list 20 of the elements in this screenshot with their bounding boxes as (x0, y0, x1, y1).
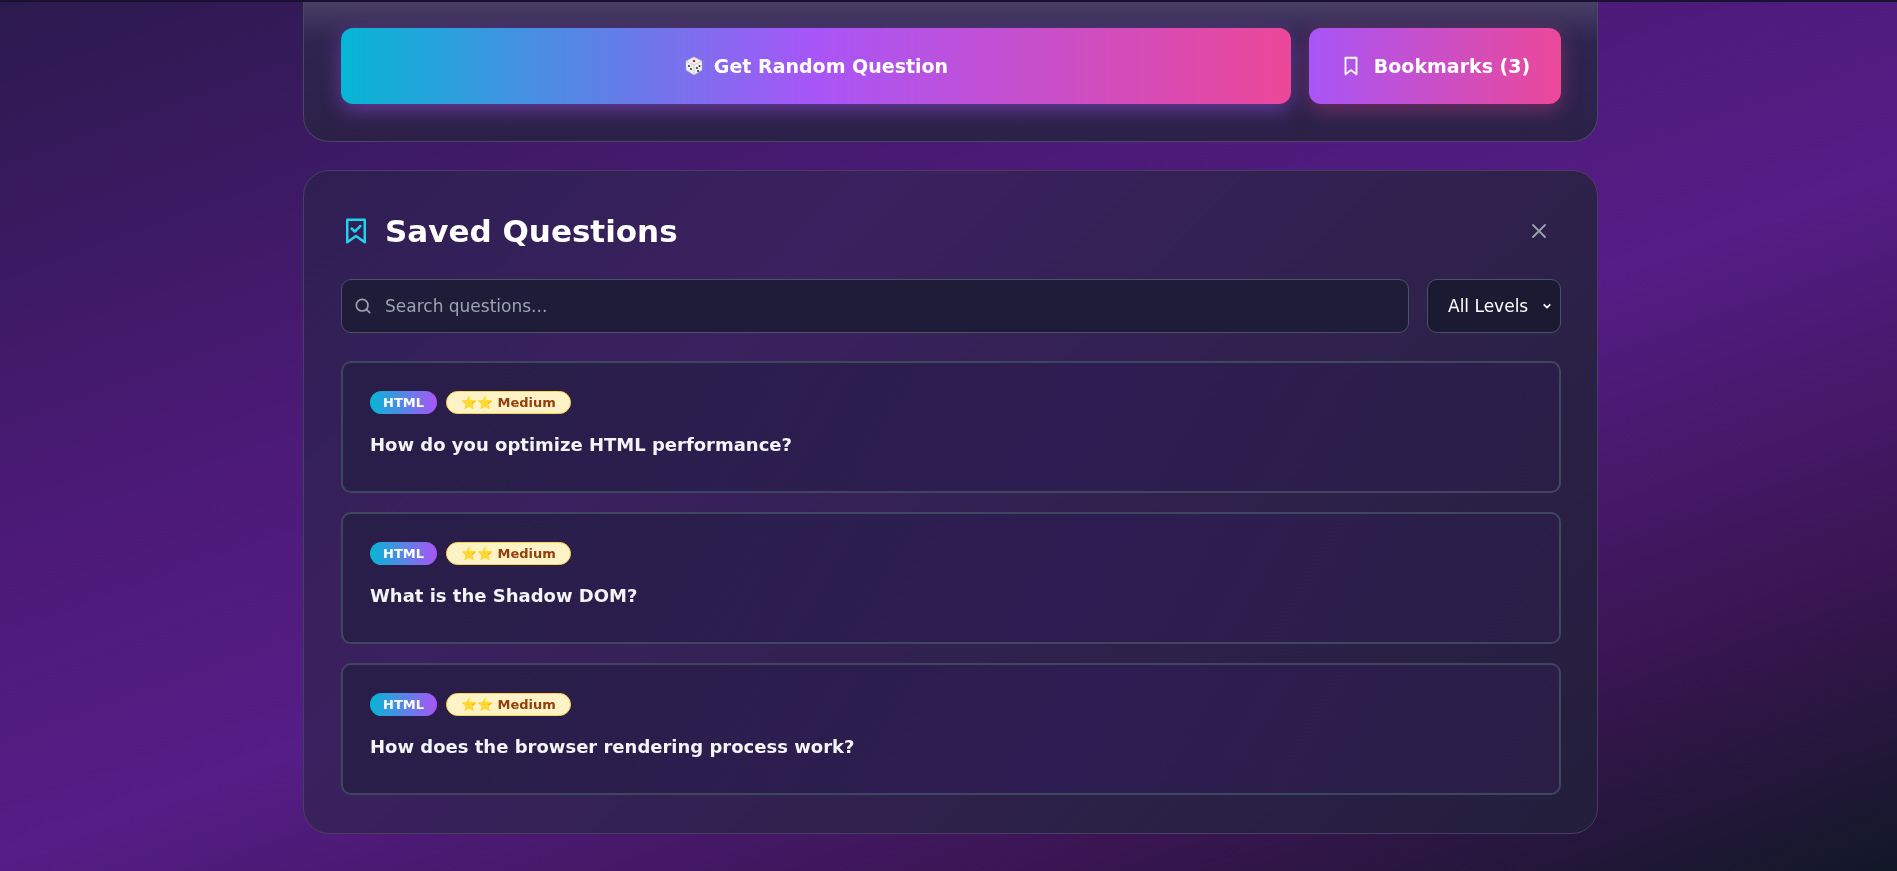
difficulty-tag: ⭐⭐ Medium (445, 693, 571, 716)
dice-icon (683, 56, 704, 76)
close-icon (1529, 221, 1549, 241)
level-dropdown[interactable]: All Levels (1427, 279, 1561, 333)
panel-title: Saved Questions (385, 213, 679, 249)
question-text: How does the browser rendering process work? (370, 736, 856, 757)
search-field[interactable]: Search questions... (341, 279, 1409, 333)
question-card[interactable]: HTML ⭐⭐ Medium What is the Shadow DOM? (341, 512, 1561, 644)
bookmarks-button[interactable]: Bookmarks (3) (1309, 28, 1561, 104)
random-question-button[interactable]: Get Random Question (341, 28, 1291, 104)
topic-tag: HTML (370, 693, 437, 716)
question-card[interactable]: HTML ⭐⭐ Medium How does the browser rendering process work? (341, 663, 1561, 795)
topic-tag: HTML (370, 542, 437, 565)
question-text: What is the Shadow DOM? (370, 585, 639, 606)
chevron-down-icon (1542, 301, 1552, 311)
question-card[interactable]: HTML ⭐⭐ Medium How do you optimize HTML performance? (341, 361, 1561, 493)
difficulty-tag: ⭐⭐ Medium (445, 391, 571, 414)
topic-tag: HTML (370, 391, 437, 414)
difficulty-tag: ⭐⭐ Medium (445, 542, 571, 565)
question-text: How do you optimize HTML performance? (370, 434, 793, 455)
